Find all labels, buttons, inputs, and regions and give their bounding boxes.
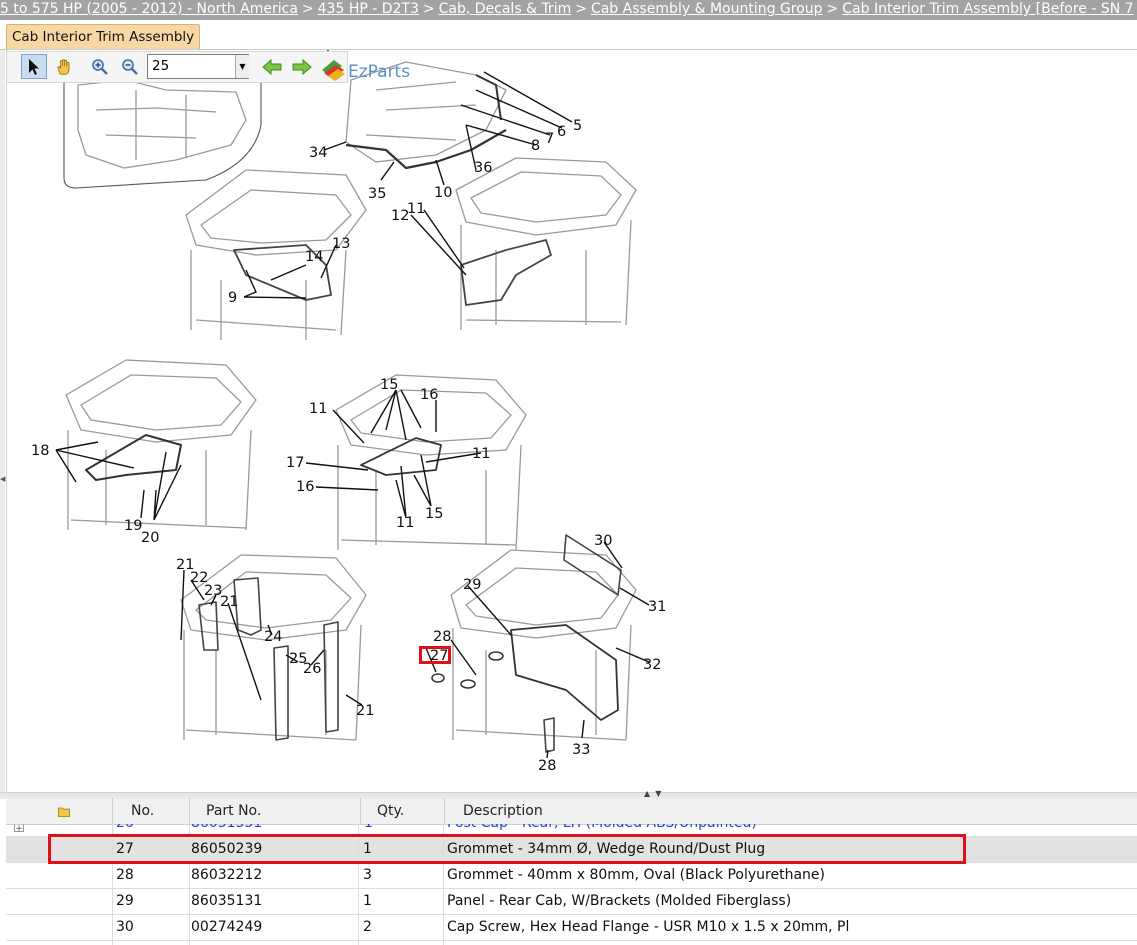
table-row[interactable]: 29 86035131 1 Panel - Rear Cab, W/Bracke… [6, 889, 1137, 915]
callout-24[interactable]: 24 [264, 629, 282, 645]
callout-28[interactable]: 28 [433, 629, 451, 645]
callout-35[interactable]: 35 [368, 186, 386, 202]
column-header-description[interactable]: Description [445, 798, 1137, 824]
callout-17[interactable]: 17 [286, 455, 304, 471]
callout-19[interactable]: 19 [124, 518, 142, 534]
arrow-pointer-icon [29, 58, 39, 75]
cell-part-no: 86032212 [191, 867, 263, 883]
callout-32[interactable]: 32 [643, 657, 661, 673]
callout-labels: 2 5 6 7 8 10 36 34 35 14 13 9 12 11 18 1… [31, 50, 666, 774]
breadcrumb-link[interactable]: 5 to 575 HP (2005 - 2012) - North Americ… [0, 1, 298, 17]
callout-11[interactable]: 11 [396, 515, 414, 531]
column-header-no[interactable]: No. [113, 798, 190, 824]
callout-15[interactable]: 15 [380, 377, 398, 393]
callout-7[interactable]: 7 [545, 131, 554, 147]
folder-icon [58, 807, 70, 817]
callout-15[interactable]: 15 [425, 506, 443, 522]
zoom-level-value: 25 [152, 58, 170, 74]
select-tool-button[interactable] [21, 54, 47, 79]
ezparts-logo: EzParts [322, 60, 410, 82]
collapse-left-icon: ◀ [0, 475, 6, 483]
callout-11[interactable]: 11 [309, 401, 327, 417]
pan-tool-button[interactable] [51, 54, 77, 79]
tab-cab-interior-trim[interactable]: Cab Interior Trim Assembly [6, 24, 201, 49]
cell-part-no: 00274249 [191, 919, 263, 935]
callout-21[interactable]: 21 [220, 594, 238, 610]
cell-description: Panel - Rear Cab, W/Brackets (Molded Fib… [447, 893, 792, 909]
breadcrumb-link[interactable]: Cab, Decals & Trim [439, 1, 572, 17]
callout-11[interactable]: 11 [407, 201, 425, 217]
splitter-grip-icon: ▲ ▼ [644, 789, 662, 798]
callout-21[interactable]: 21 [356, 703, 374, 719]
column-header-part-no[interactable]: Part No. [190, 798, 361, 824]
cell-qty: 3 [363, 867, 372, 883]
callout-26[interactable]: 26 [303, 661, 321, 677]
expand-icon[interactable]: + [14, 824, 24, 832]
callout-10[interactable]: 10 [434, 185, 452, 201]
zoom-dropdown-button[interactable]: ▼ [235, 55, 249, 78]
callout-16[interactable]: 16 [420, 387, 438, 403]
left-panel-handle[interactable]: ◀ [0, 50, 5, 792]
table-row[interactable]: 28 86032212 3 Grommet - 40mm x 80mm, Ova… [6, 863, 1137, 889]
callout-20[interactable]: 20 [141, 530, 159, 546]
callout-13[interactable]: 13 [332, 236, 350, 252]
column-header-qty[interactable]: Qty. [361, 798, 445, 824]
callout-14[interactable]: 14 [305, 249, 323, 265]
breadcrumb-link[interactable]: Cab Assembly & Mounting Group [591, 1, 823, 17]
breadcrumb-separator: > [301, 1, 314, 17]
arrow-right-icon [292, 58, 312, 75]
callout-33[interactable]: 33 [572, 742, 590, 758]
exploded-parts-diagram[interactable]: 2 5 6 7 8 10 36 34 35 14 13 9 12 11 18 1… [6, 50, 1137, 792]
callout-31[interactable]: 31 [648, 599, 666, 615]
callout-18[interactable]: 18 [31, 443, 49, 459]
zoom-out-button[interactable] [117, 54, 143, 79]
callout-5[interactable]: 5 [573, 118, 582, 134]
table-header: No. Part No. Qty. Description [6, 798, 1137, 825]
breadcrumb-link[interactable]: 435 HP - D2T3 [318, 1, 419, 17]
breadcrumb-separator: > [422, 1, 435, 17]
breadcrumb-separator: > [826, 1, 839, 17]
hand-icon [57, 58, 70, 75]
callout-27-highlight [419, 646, 451, 664]
arrow-left-icon [262, 58, 282, 75]
breadcrumb: 5 to 575 HP (2005 - 2012) - North Americ… [0, 0, 1137, 20]
callout-16[interactable]: 16 [296, 479, 314, 495]
callout-6[interactable]: 6 [557, 124, 566, 140]
previous-button[interactable] [259, 54, 285, 79]
viewer-toolbar: 25 ▼ [6, 51, 348, 83]
cell-qty: 1 [363, 893, 372, 909]
zoom-in-button[interactable] [87, 54, 113, 79]
zoom-in-icon [92, 58, 108, 75]
breadcrumb-separator: > [575, 1, 587, 17]
callout-34[interactable]: 34 [309, 145, 327, 161]
callout-28[interactable]: 28 [538, 758, 556, 774]
callout-36[interactable]: 36 [474, 160, 492, 176]
cell-description: Grommet - 40mm x 80mm, Oval (Black Polyu… [447, 867, 825, 883]
callout-30[interactable]: 30 [594, 533, 612, 549]
zoom-out-icon [122, 58, 138, 75]
zoom-level-select[interactable]: 25 [147, 54, 249, 79]
callout-29[interactable]: 29 [463, 577, 481, 593]
table-row[interactable]: 30 00274249 2 Cap Screw, Hex Head Flange… [6, 915, 1137, 941]
logo-text: EzParts [348, 62, 410, 82]
cell-qty: 2 [363, 919, 372, 935]
cell-no: 29 [116, 893, 134, 909]
callout-8[interactable]: 8 [531, 138, 540, 154]
next-button[interactable] [289, 54, 315, 79]
chevron-down-icon: ▼ [239, 62, 246, 71]
selected-row-highlight [48, 834, 966, 864]
callout-11[interactable]: 11 [472, 446, 490, 462]
cell-no: 28 [116, 867, 134, 883]
cell-description: Cap Screw, Hex Head Flange - USR M10 x 1… [447, 919, 850, 935]
column-header-icon[interactable] [6, 798, 113, 824]
breadcrumb-link[interactable]: Cab Interior Trim Assembly [Before - SN … [842, 1, 1133, 17]
cell-no: 30 [116, 919, 134, 935]
cell-part-no: 86035131 [191, 893, 263, 909]
callout-9[interactable]: 9 [228, 290, 237, 306]
